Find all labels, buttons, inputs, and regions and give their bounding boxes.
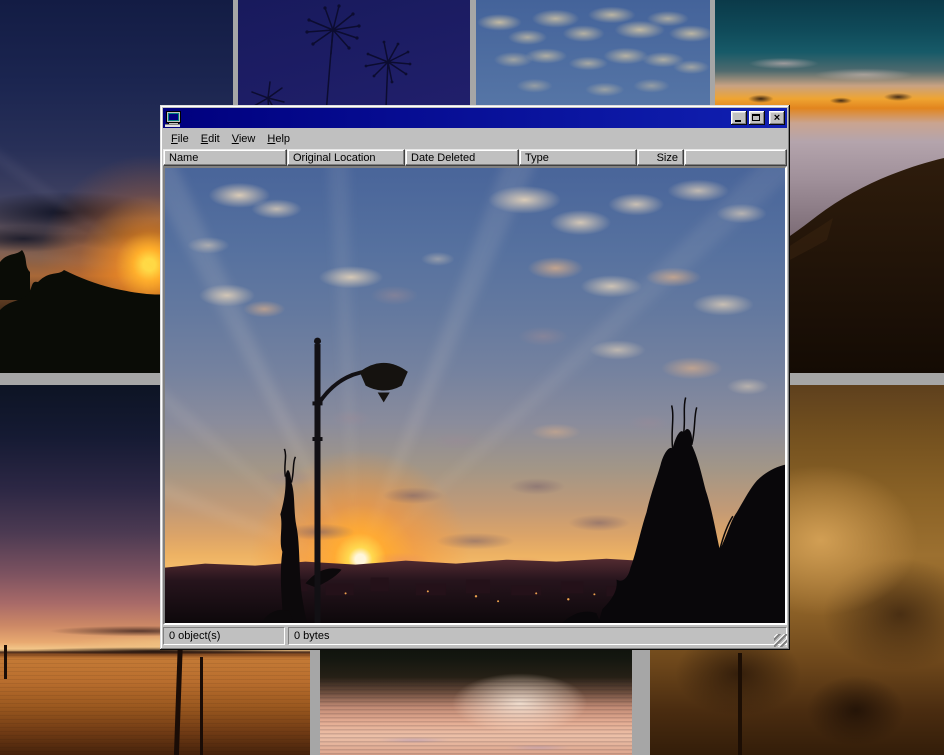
silhouette-scene-graphic: [165, 168, 785, 623]
column-header-date-deleted[interactable]: Date Deleted: [405, 149, 519, 166]
water-pole: [200, 657, 203, 755]
water-ripples-overlay: [0, 651, 310, 755]
menu-file[interactable]: File: [165, 131, 195, 147]
minimize-button[interactable]: [731, 111, 747, 125]
menu-bar: File Edit View Help: [163, 129, 787, 149]
column-header-size[interactable]: Size: [637, 149, 684, 166]
file-list-area[interactable]: [163, 166, 787, 625]
close-button[interactable]: ×: [769, 111, 785, 125]
column-headers: Name Original Location Date Deleted Type…: [163, 149, 787, 166]
menu-view[interactable]: View: [226, 131, 262, 147]
column-header-type[interactable]: Type: [519, 149, 637, 166]
desktop: { "window": { "menu": { "items": [ {"lab…: [0, 0, 944, 755]
recycle-bin-window: × File Edit View Help Name Original Loca…: [160, 105, 790, 650]
wallpaper-photo-streetlamp-sunset: [165, 168, 785, 623]
status-total-size: 0 bytes: [288, 627, 787, 645]
status-bar: 0 object(s) 0 bytes: [163, 625, 787, 647]
menu-edit[interactable]: Edit: [195, 131, 226, 147]
maximize-button[interactable]: [749, 111, 765, 125]
maximize-icon: [752, 114, 760, 121]
status-object-count: 0 object(s): [163, 627, 285, 645]
resize-grip-icon[interactable]: [774, 634, 787, 647]
water-pole: [4, 645, 7, 679]
menu-help[interactable]: Help: [261, 131, 296, 147]
column-header-original-location[interactable]: Original Location: [287, 149, 405, 166]
titlebar[interactable]: ×: [163, 108, 787, 128]
minimize-icon: [735, 120, 741, 122]
computer-icon[interactable]: [165, 111, 181, 126]
close-icon: ×: [774, 113, 780, 123]
column-header-empty[interactable]: [684, 149, 787, 166]
water-ripples-overlay: [320, 681, 632, 755]
lamp-post: [738, 653, 742, 755]
column-header-name[interactable]: Name: [163, 149, 287, 166]
